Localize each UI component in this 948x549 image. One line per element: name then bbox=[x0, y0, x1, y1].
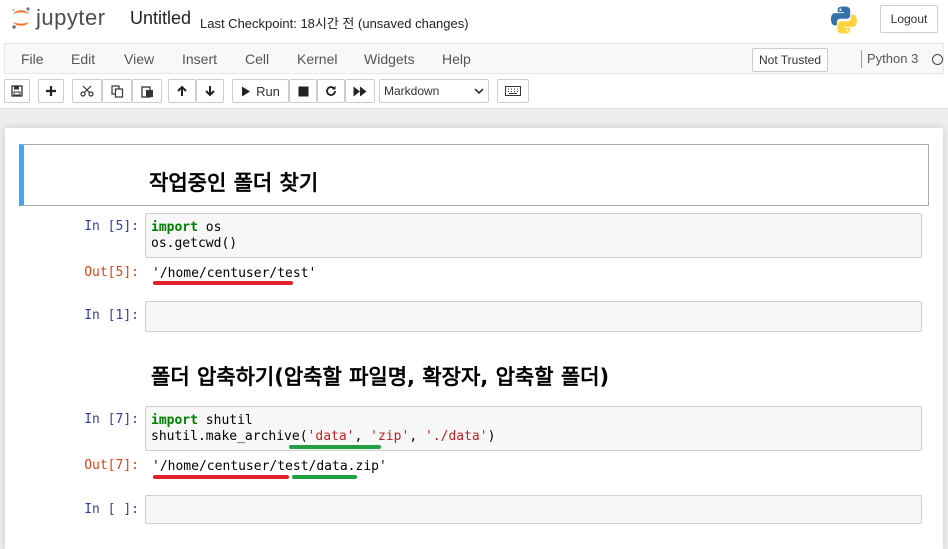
menu-cell[interactable]: Cell bbox=[245, 51, 269, 67]
green-underline-annotation bbox=[289, 445, 381, 449]
copy-button[interactable] bbox=[102, 79, 132, 103]
menu-view[interactable]: View bbox=[124, 51, 154, 67]
green-underline-annotation bbox=[292, 475, 357, 479]
run-label: Run bbox=[256, 83, 280, 99]
menu-kernel[interactable]: Kernel bbox=[297, 51, 337, 67]
arrow-down-icon bbox=[205, 86, 215, 97]
code-line: shutil.make_archive('data', 'zip', './da… bbox=[151, 429, 495, 444]
red-underline-annotation bbox=[153, 475, 289, 479]
run-icon bbox=[242, 86, 251, 96]
notebook-container: 작업중인 폴더 찾기 In [5]: import os os.getcwd()… bbox=[5, 128, 943, 549]
checkpoint-status: Last Checkpoint: 18시간 전 (unsaved changes… bbox=[200, 16, 469, 31]
code-line: import os bbox=[151, 220, 221, 235]
interrupt-button[interactable] bbox=[289, 79, 317, 103]
code-cell-input[interactable]: import os os.getcwd() bbox=[145, 213, 922, 258]
menu-help[interactable]: Help bbox=[442, 51, 471, 67]
notebook-title[interactable]: Untitled bbox=[130, 8, 191, 29]
code-text: shutil.make_archive( bbox=[151, 429, 308, 444]
arrow-up-icon bbox=[177, 85, 187, 96]
cut-icon bbox=[80, 85, 94, 97]
keyboard-icon bbox=[505, 86, 521, 96]
code-text: , bbox=[409, 429, 425, 444]
logout-button[interactable]: Logout bbox=[880, 5, 938, 33]
code-cell-input[interactable] bbox=[145, 301, 922, 332]
restart-icon bbox=[326, 85, 336, 96]
save-button[interactable] bbox=[4, 79, 30, 103]
move-down-button[interactable] bbox=[196, 79, 224, 103]
keyword: import bbox=[151, 413, 198, 428]
input-prompt: In [ ]: bbox=[84, 502, 139, 517]
code-cell-input[interactable] bbox=[145, 495, 922, 524]
output-text: '/home/centuser/test/data.zip' bbox=[152, 459, 387, 474]
fast-forward-icon bbox=[353, 86, 367, 96]
keyword: import bbox=[151, 220, 198, 235]
run-button[interactable]: Run bbox=[232, 79, 289, 103]
code-line: import shutil bbox=[151, 413, 253, 428]
toolbar: Run Markdown bbox=[4, 79, 944, 105]
paste-icon bbox=[140, 85, 153, 98]
cell-heading: 폴더 압축하기(압축할 파일명, 확장자, 압축할 폴더) bbox=[151, 365, 610, 389]
menubar: File Edit View Insert Cell Kernel Widget… bbox=[4, 43, 944, 74]
cut-button[interactable] bbox=[72, 79, 102, 103]
kernel-name: Python 3 bbox=[867, 51, 919, 66]
cell-type-value: Markdown bbox=[384, 84, 440, 98]
notebook-header: jupyter Untitled Last Checkpoint: 18시간 전… bbox=[0, 0, 948, 109]
red-underline-annotation bbox=[153, 281, 293, 285]
output-text: '/home/centuser/test' bbox=[152, 266, 317, 281]
input-prompt: In [5]: bbox=[84, 219, 139, 234]
input-prompt: In [1]: bbox=[84, 308, 139, 323]
input-prompt: In [7]: bbox=[84, 412, 139, 427]
code-text: shutil bbox=[197, 413, 253, 428]
copy-icon bbox=[110, 84, 123, 98]
command-palette-button[interactable] bbox=[497, 79, 529, 103]
kernel-idle-indicator-icon bbox=[932, 54, 943, 65]
insert-cell-button[interactable] bbox=[38, 79, 64, 103]
jupyter-logo[interactable]: jupyter bbox=[10, 5, 106, 30]
output-prompt: Out[5]: bbox=[84, 265, 139, 280]
restart-button[interactable] bbox=[317, 79, 345, 103]
menu-widgets[interactable]: Widgets bbox=[364, 51, 415, 67]
code-cell-input[interactable]: import shutil shutil.make_archive('data'… bbox=[145, 406, 922, 451]
save-icon bbox=[11, 85, 23, 97]
menu-file[interactable]: File bbox=[21, 51, 44, 67]
code-text: ) bbox=[487, 429, 496, 444]
string-literal: './data' bbox=[424, 429, 488, 444]
jupyter-icon bbox=[12, 7, 30, 29]
plus-icon bbox=[46, 86, 56, 96]
stop-icon bbox=[298, 86, 308, 96]
kernel-divider bbox=[861, 50, 862, 68]
chevron-down-icon bbox=[474, 88, 484, 95]
output-prompt: Out[7]: bbox=[84, 458, 139, 473]
code-text: os bbox=[197, 220, 222, 235]
python-logo-icon bbox=[829, 5, 859, 35]
menu-insert[interactable]: Insert bbox=[182, 51, 217, 67]
trust-button[interactable]: Not Trusted bbox=[752, 48, 829, 72]
menu-edit[interactable]: Edit bbox=[71, 51, 95, 67]
move-up-button[interactable] bbox=[168, 79, 196, 103]
paste-button[interactable] bbox=[132, 79, 162, 103]
markdown-cell-selected[interactable]: 작업중인 폴더 찾기 bbox=[19, 144, 929, 206]
logo-text: jupyter bbox=[36, 5, 106, 30]
code-text: , bbox=[354, 429, 371, 444]
cell-type-select[interactable]: Markdown bbox=[379, 79, 489, 103]
code-line: os.getcwd() bbox=[151, 236, 238, 251]
string-literal: 'zip' bbox=[370, 429, 410, 444]
cell-heading: 작업중인 폴더 찾기 bbox=[149, 171, 319, 195]
restart-run-all-button[interactable] bbox=[345, 79, 375, 103]
string-literal: 'data' bbox=[307, 429, 355, 444]
